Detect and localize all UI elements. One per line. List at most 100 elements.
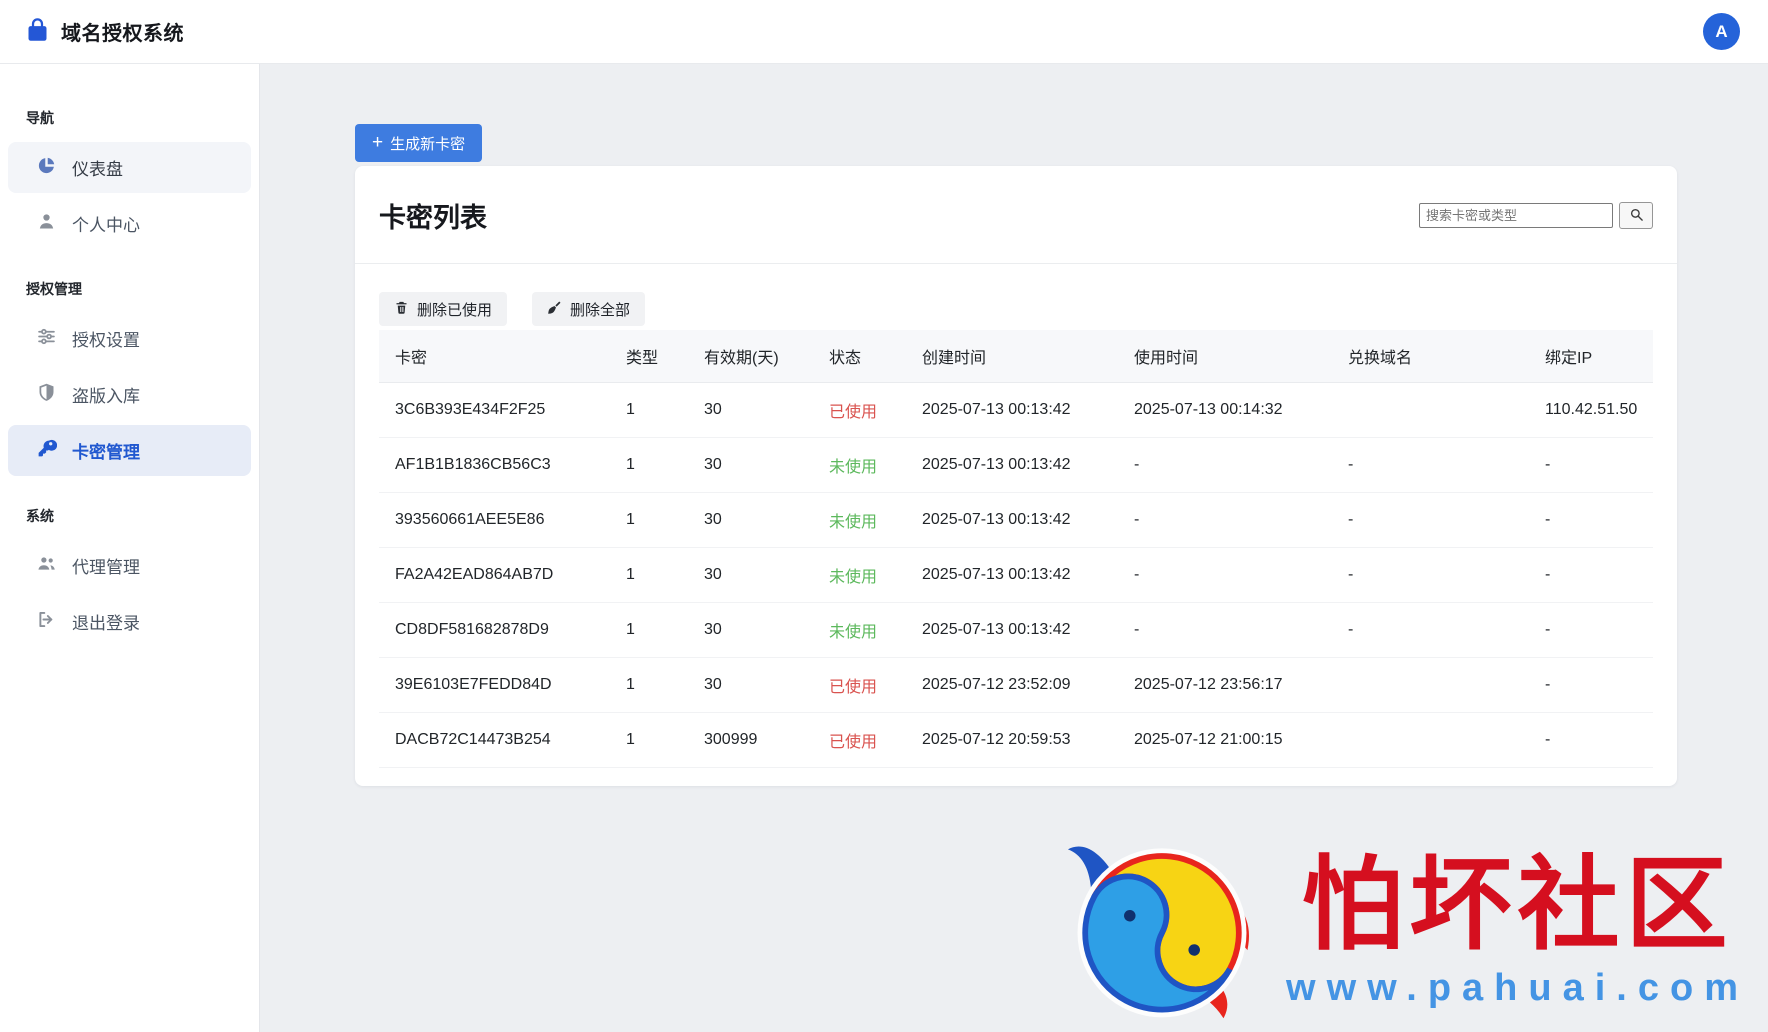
cell-status: 未使用: [813, 548, 906, 603]
table-row: 393560661AEE5E86 1 30 未使用 2025-07-13 00:…: [379, 493, 1653, 548]
table-toolbar: 删除已使用 删除全部: [355, 264, 1677, 330]
cell-type: 1: [610, 548, 688, 603]
app-title: 域名授权系统: [61, 17, 184, 46]
cell-created: 2025-07-13 00:13:42: [906, 603, 1118, 658]
nav-section-authorization: 授权管理 授权设置 盗版入库 卡密管理: [8, 279, 251, 476]
cell-status: 已使用: [813, 383, 906, 438]
sidebar-item-label: 退出登录: [72, 609, 140, 634]
cell-used-time: -: [1118, 548, 1332, 603]
cell-validity: 30: [688, 438, 813, 493]
sliders-icon: [36, 326, 57, 352]
cell-status: 未使用: [813, 493, 906, 548]
broom-icon: [547, 300, 562, 319]
cell-type: 1: [610, 438, 688, 493]
col-validity: 有效期(天): [688, 330, 813, 383]
fish-logo-icon: [1058, 833, 1266, 1030]
cell-validity: 30: [688, 383, 813, 438]
sidebar-item-dashboard[interactable]: 仪表盘: [8, 142, 251, 193]
user-icon: [36, 211, 57, 237]
col-domain: 兑换域名: [1332, 330, 1529, 383]
cell-created: 2025-07-13 00:13:42: [906, 493, 1118, 548]
table-row: CD8DF581682878D9 1 30 未使用 2025-07-13 00:…: [379, 603, 1653, 658]
nav-section-system: 系统 代理管理 退出登录: [8, 506, 251, 647]
cell-ip: -: [1529, 493, 1653, 548]
nav-section-label: 授权管理: [8, 279, 251, 299]
card-table-body: 3C6B393E434F2F25 1 30 已使用 2025-07-13 00:…: [379, 383, 1653, 768]
search-button[interactable]: [1619, 202, 1653, 229]
cell-ip: -: [1529, 603, 1653, 658]
cell-ip: -: [1529, 438, 1653, 493]
cell-created: 2025-07-12 20:59:53: [906, 713, 1118, 768]
search-input[interactable]: [1419, 203, 1613, 228]
watermark-site-url: www.pahuai.com: [1286, 967, 1749, 1010]
sidebar-item-profile[interactable]: 个人中心: [8, 198, 251, 249]
shield-icon: [36, 382, 57, 408]
cell-card-key: DACB72C14473B254: [379, 713, 610, 768]
cell-ip: -: [1529, 548, 1653, 603]
user-avatar[interactable]: A: [1703, 13, 1740, 50]
col-used-time: 使用时间: [1118, 330, 1332, 383]
table-row: 39E6103E7FEDD84D 1 30 已使用 2025-07-12 23:…: [379, 658, 1653, 713]
sidebar-item-label: 授权设置: [72, 326, 140, 351]
main-content: + 生成新卡密 卡密列表 删除已使用 删: [260, 64, 1768, 1032]
cell-used-time: -: [1118, 603, 1332, 658]
cell-ip: -: [1529, 713, 1653, 768]
cell-domain: [1332, 383, 1529, 438]
cell-card-key: CD8DF581682878D9: [379, 603, 610, 658]
sidebar-item-label: 个人中心: [72, 211, 140, 236]
nav-section-navigation: 导航 仪表盘 个人中心: [8, 108, 251, 249]
cell-status: 未使用: [813, 438, 906, 493]
lock-icon: [24, 16, 51, 48]
cell-type: 1: [610, 713, 688, 768]
cell-card-key: 3C6B393E434F2F25: [379, 383, 610, 438]
trash-icon: [394, 300, 409, 319]
card-key-table: 卡密 类型 有效期(天) 状态 创建时间 使用时间 兑换域名 绑定IP 3C6B…: [379, 330, 1653, 768]
users-icon: [36, 553, 57, 579]
nav-section-label: 导航: [8, 108, 251, 128]
sidebar-item-label: 代理管理: [72, 553, 140, 578]
table-header-row: 卡密 类型 有效期(天) 状态 创建时间 使用时间 兑换域名 绑定IP: [379, 330, 1653, 383]
col-created: 创建时间: [906, 330, 1118, 383]
cell-domain: [1332, 713, 1529, 768]
sidebar-item-piracy[interactable]: 盗版入库: [8, 369, 251, 420]
delete-used-button[interactable]: 删除已使用: [379, 292, 507, 326]
sidebar-item-label: 仪表盘: [72, 155, 123, 180]
search-icon: [1629, 207, 1644, 225]
col-card-key: 卡密: [379, 330, 610, 383]
cell-validity: 300999: [688, 713, 813, 768]
table-row: DACB72C14473B254 1 300999 已使用 2025-07-12…: [379, 713, 1653, 768]
panel-title: 卡密列表: [379, 196, 487, 235]
col-ip: 绑定IP: [1529, 330, 1653, 383]
cell-created: 2025-07-13 00:13:42: [906, 383, 1118, 438]
cell-card-key: 393560661AEE5E86: [379, 493, 610, 548]
cell-domain: -: [1332, 493, 1529, 548]
cell-type: 1: [610, 493, 688, 548]
cell-ip: -: [1529, 658, 1653, 713]
cell-validity: 30: [688, 548, 813, 603]
top-header: 域名授权系统 A: [0, 0, 1768, 64]
cell-used-time: -: [1118, 493, 1332, 548]
cell-card-key: 39E6103E7FEDD84D: [379, 658, 610, 713]
cell-domain: -: [1332, 548, 1529, 603]
cell-domain: -: [1332, 438, 1529, 493]
col-type: 类型: [610, 330, 688, 383]
sidebar-item-auth-settings[interactable]: 授权设置: [8, 313, 251, 364]
watermark: 怕坏社区 www.pahuai.com: [1058, 833, 1749, 1030]
cell-domain: -: [1332, 603, 1529, 658]
cell-validity: 30: [688, 658, 813, 713]
cell-card-key: AF1B1B1836CB56C3: [379, 438, 610, 493]
col-status: 状态: [813, 330, 906, 383]
sidebar-item-card-keys[interactable]: 卡密管理: [8, 425, 251, 476]
cell-domain: [1332, 658, 1529, 713]
key-icon: [36, 438, 57, 464]
sidebar-item-label: 卡密管理: [72, 438, 140, 463]
cell-used-time: 2025-07-12 23:56:17: [1118, 658, 1332, 713]
delete-all-button[interactable]: 删除全部: [532, 292, 645, 326]
cell-ip: 110.42.51.50: [1529, 383, 1653, 438]
sidebar-item-logout[interactable]: 退出登录: [8, 596, 251, 647]
generate-card-key-button[interactable]: + 生成新卡密: [355, 124, 482, 162]
cell-type: 1: [610, 383, 688, 438]
cell-type: 1: [610, 658, 688, 713]
cell-used-time: -: [1118, 438, 1332, 493]
sidebar-item-agents[interactable]: 代理管理: [8, 540, 251, 591]
